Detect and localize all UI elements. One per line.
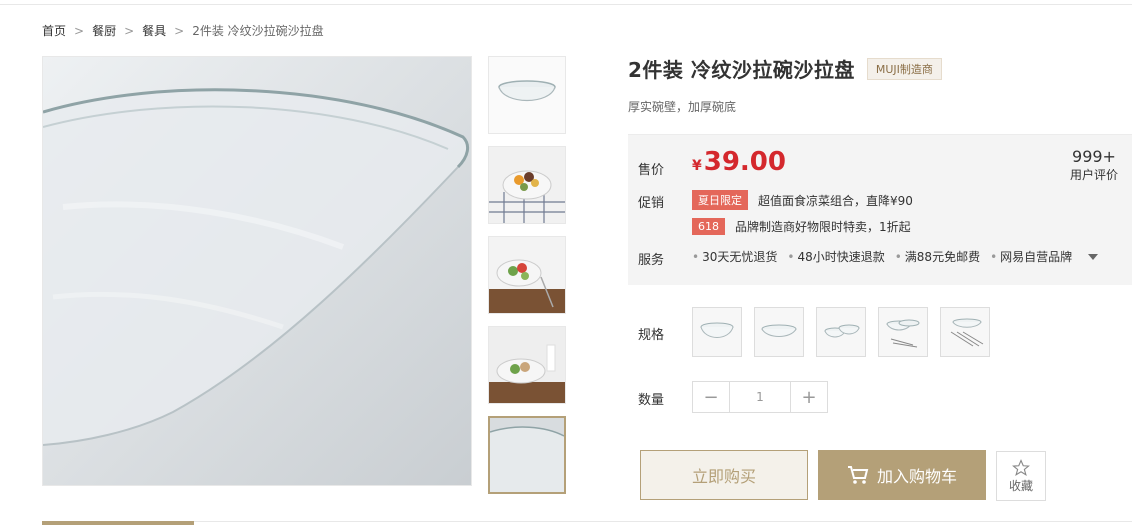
spec-label: 规格 [638,328,665,343]
promo-text: 超值面食凉菜组合，直降¥90 [758,193,913,208]
maker-badge[interactable]: MUJI制造商 [866,57,942,80]
salad-thumbnail-image [489,147,565,223]
plate-cutlery-set-icon [950,318,984,347]
add-to-cart-label: 加入购物车 [876,467,957,486]
favorite-button[interactable]: 收藏 [996,451,1046,501]
spec-option-1[interactable] [692,307,742,357]
promotion-item-2[interactable]: 618 品牌制造商好物限时特卖，1折起 [692,218,911,235]
thumbnail-4[interactable] [488,326,566,404]
breadcrumb-home[interactable]: 首页 [42,22,66,39]
quantity-increase-button[interactable]: + [791,382,827,412]
add-to-cart-button[interactable]: 加入购物车 [818,450,986,500]
service-item: • 48小时快速退款 [787,250,885,264]
service-label: 服务 [638,253,665,268]
buy-now-button[interactable]: 立即购买 [640,450,808,500]
glass-bowl-image [43,57,471,485]
bowl-closeup-thumbnail-image [490,418,564,492]
spec-options [692,307,1002,357]
service-item: • 30天无忧退货 [692,250,778,264]
review-count: 999+ [1072,147,1116,166]
promotion-item-1[interactable]: 夏日限定 超值面食凉菜组合，直降¥90 [692,190,913,210]
spec-option-2[interactable] [754,307,804,357]
product-main-image[interactable] [42,56,472,486]
detail-tabs-bar [42,521,1132,526]
breadcrumb-current: 2件装 冷纹沙拉碗沙拉盘 [192,24,324,38]
top-divider [0,0,1132,5]
spec-option-5[interactable] [940,307,990,357]
promotion-label: 促销 [638,196,665,211]
service-item: • 满88元免邮费 [894,250,981,264]
breadcrumb-kitchen[interactable]: 餐厨 [92,22,116,39]
promo-text: 品牌制造商好物限时特卖，1折起 [735,220,911,234]
price-value: ¥ 39.00 [692,147,786,177]
price-panel: 售价 ¥ 39.00 999+ 用户评价 促销 夏日限定 超值面食凉菜组合，直降… [628,134,1132,285]
service-item: • 网易自营品牌 [990,250,1073,264]
plate-icon [761,324,797,337]
service-list: • 30天无忧退货 • 48小时快速退款 • 满88元免邮费 • 网易自营品牌 [692,248,1099,265]
product-title-row: 2件装 冷纹沙拉碗沙拉盘 MUJI制造商 [628,54,942,83]
thumbnail-2[interactable] [488,146,566,224]
chevron-right-icon: > [174,23,185,38]
chevron-down-icon[interactable] [1088,253,1099,260]
thumbnail-5-selected[interactable] [488,416,566,494]
chevron-right-icon: > [74,23,85,38]
price-number: 39.00 [703,147,786,177]
salad-scene-thumbnail-image [489,327,565,403]
thumbnail-list [488,56,566,506]
bowl-icon [700,322,734,338]
quantity-decrease-button[interactable]: − [693,382,729,412]
thumbnail-3[interactable] [488,236,566,314]
quantity-input[interactable]: 1 [729,382,791,412]
product-title: 2件装 冷纹沙拉碗沙拉盘 [628,58,855,82]
chevron-right-icon: > [124,23,135,38]
thumbnail-1[interactable] [488,56,566,134]
active-tab-indicator[interactable] [42,521,194,525]
quantity-label: 数量 [638,393,665,408]
breadcrumb-tableware[interactable]: 餐具 [142,22,166,39]
star-icon [1012,458,1030,476]
quantity-stepper: − 1 + [692,381,828,413]
bowl-cutlery-set-icon [886,319,920,348]
price-label: 售价 [638,163,665,178]
salad-plate-thumbnail-image [489,237,565,313]
reviews-link[interactable]: 999+ 用户评价 [1070,147,1118,183]
favorite-label: 收藏 [1008,478,1033,493]
promo-tag: 618 [692,218,725,235]
currency-symbol: ¥ [692,158,702,174]
breadcrumb: 首页 > 餐厨 > 餐具 > 2件装 冷纹沙拉碗沙拉盘 [42,22,324,39]
spec-option-4[interactable] [878,307,928,357]
bowl-thumbnail-image [489,57,565,133]
bowl-set-icon [824,324,860,338]
review-label: 用户评价 [1069,168,1118,182]
product-subtitle: 厚实碗壁，加厚碗底 [628,100,737,114]
spec-option-3[interactable] [816,307,866,357]
promo-tag: 夏日限定 [692,190,748,210]
cart-icon [847,466,869,484]
